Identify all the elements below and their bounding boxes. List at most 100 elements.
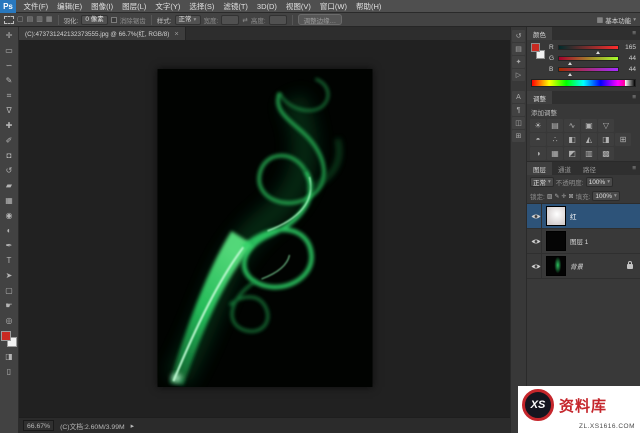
foreground-color-swatch[interactable] (531, 43, 540, 52)
layer-thumbnail[interactable] (546, 256, 566, 276)
subtract-selection-icon[interactable]: ▥ (36, 16, 43, 24)
tab-layers[interactable]: 图层 (527, 162, 552, 175)
menu-view[interactable]: 视图(V) (281, 0, 315, 13)
menu-window[interactable]: 窗口(W) (315, 0, 351, 13)
history-panel-icon[interactable]: ↺ (512, 30, 525, 42)
layer-row-layer1[interactable]: 图层 1 (527, 229, 640, 254)
layer-name[interactable]: 背景 (570, 261, 583, 271)
foreground-color-swatch[interactable] (1, 331, 11, 341)
panel-menu-icon[interactable]: ≡ (632, 27, 640, 40)
height-input[interactable] (269, 15, 287, 25)
zoom-tool[interactable]: ◎ (1, 313, 18, 328)
opacity-select[interactable]: 100% ▾ (586, 177, 613, 187)
vibrance-icon[interactable]: ▽ (598, 119, 614, 132)
lock-pixels-icon[interactable]: ✎ (554, 193, 559, 200)
menu-filter[interactable]: 滤镜(T) (219, 0, 253, 13)
brightness-contrast-icon[interactable]: ☀ (530, 119, 546, 132)
panel-menu-icon[interactable]: ≡ (632, 91, 640, 104)
panel-menu-icon[interactable]: ≡ (632, 162, 640, 175)
pen-tool[interactable]: ✒ (1, 238, 18, 253)
lock-all-icon[interactable]: ⊠ (569, 193, 574, 200)
green-slider[interactable] (558, 56, 619, 61)
canvas-area[interactable] (19, 40, 510, 417)
gradient-tool[interactable]: ▦ (1, 193, 18, 208)
feather-input[interactable]: 0 像素 (81, 15, 107, 25)
screen-mode-button[interactable]: ▯ (1, 364, 18, 379)
document-tab[interactable]: (C):473731242132373555.jpg @ 66.7%(红, RG… (19, 27, 186, 40)
info-panel-icon[interactable]: ✦ (512, 56, 525, 68)
hue-saturation-icon[interactable]: ◓ (530, 133, 546, 146)
selective-color-icon[interactable]: ▩ (598, 147, 614, 160)
workspace-switcher[interactable]: ▦ 基本功能 ▾ (597, 15, 636, 25)
history-brush-tool[interactable]: ↺ (1, 163, 18, 178)
crop-tool[interactable]: ⌗ (1, 88, 18, 103)
lock-transparency-icon[interactable]: ▨ (547, 193, 553, 200)
photo-filter-icon[interactable]: ◭ (581, 133, 597, 146)
threshold-icon[interactable]: ◩ (564, 147, 580, 160)
menu-select[interactable]: 选择(S) (185, 0, 219, 13)
fill-select[interactable]: 100% ▾ (592, 191, 619, 201)
hand-tool[interactable]: ☛ (1, 298, 18, 313)
antialias-checkbox[interactable] (111, 17, 117, 23)
tab-channels[interactable]: 通道 (552, 162, 577, 175)
layer-row-red[interactable]: 红 (527, 204, 640, 229)
layer-name[interactable]: 红 (570, 211, 577, 221)
menu-edit[interactable]: 编辑(E) (53, 0, 87, 13)
clone-source-panel-icon[interactable]: ◫ (512, 117, 525, 129)
red-slider[interactable] (558, 45, 619, 50)
rectangular-marquee-tool[interactable]: ▭ (1, 43, 18, 58)
visibility-eye-icon[interactable] (530, 229, 542, 253)
layer-row-background[interactable]: 背景 (527, 254, 640, 279)
gradient-map-icon[interactable]: ▥ (581, 147, 597, 160)
intersect-selection-icon[interactable]: ▦ (46, 16, 53, 24)
channel-mixer-icon[interactable]: ◨ (598, 133, 614, 146)
type-tool[interactable]: T (1, 253, 18, 268)
menu-3d[interactable]: 3D(D) (252, 0, 281, 13)
invert-icon[interactable]: ◑ (530, 147, 546, 160)
menu-help[interactable]: 帮助(H) (352, 0, 386, 13)
curves-icon[interactable]: ∿ (564, 119, 580, 132)
levels-icon[interactable]: ▤ (547, 119, 563, 132)
color-lookup-icon[interactable]: ⊞ (615, 133, 631, 146)
visibility-eye-icon[interactable] (530, 204, 542, 228)
blue-slider[interactable] (558, 67, 619, 72)
menu-image[interactable]: 图像(I) (87, 0, 118, 13)
lock-position-icon[interactable]: ✛ (562, 193, 567, 200)
swap-dimensions-icon[interactable]: ⇄ (242, 16, 247, 24)
quick-mask-button[interactable]: ◨ (1, 349, 18, 364)
zoom-level-field[interactable]: 66.67% (23, 420, 54, 431)
properties-panel-icon[interactable]: ▤ (512, 43, 525, 55)
color-swatches[interactable] (1, 331, 17, 347)
shape-tool[interactable]: ▢ (1, 283, 18, 298)
black-white-icon[interactable]: ◧ (564, 133, 580, 146)
layer-name[interactable]: 图层 1 (570, 236, 588, 246)
spot-healing-brush-tool[interactable]: ✚ (1, 118, 18, 133)
actions-panel-icon[interactable]: ▷ (512, 69, 525, 81)
tab-paths[interactable]: 路径 (577, 162, 602, 175)
visibility-eye-icon[interactable] (530, 254, 542, 278)
blend-mode-select[interactable]: 正常 ▾ (530, 177, 554, 187)
navigator-panel-icon[interactable]: ⊞ (512, 130, 525, 142)
style-select[interactable]: 正常 ▾ (175, 15, 201, 25)
character-panel-icon[interactable]: A (512, 91, 525, 103)
slider-thumb[interactable] (568, 62, 572, 65)
new-selection-icon[interactable]: ▢ (17, 16, 24, 24)
status-arrow-icon[interactable]: ▸ (131, 422, 134, 430)
color-spectrum-ramp[interactable] (531, 79, 636, 87)
path-selection-tool[interactable]: ➤ (1, 268, 18, 283)
dodge-tool[interactable]: ◐ (1, 223, 18, 238)
color-balance-icon[interactable]: ∴ (547, 133, 563, 146)
eraser-tool[interactable]: ▰ (1, 178, 18, 193)
red-value[interactable]: 165 (622, 44, 636, 51)
slider-thumb[interactable] (596, 51, 600, 54)
quick-selection-tool[interactable]: ✎ (1, 73, 18, 88)
exposure-icon[interactable]: ▣ (581, 119, 597, 132)
lasso-tool[interactable]: ∽ (1, 58, 18, 73)
close-tab-icon[interactable]: × (174, 29, 178, 38)
refine-edge-button[interactable]: 调整边缘… (298, 14, 343, 25)
add-selection-icon[interactable]: ▤ (27, 16, 34, 24)
blur-tool[interactable]: ◉ (1, 208, 18, 223)
tab-adjustments[interactable]: 调整 (527, 91, 552, 104)
green-value[interactable]: 44 (622, 55, 636, 62)
paragraph-panel-icon[interactable]: ¶ (512, 104, 525, 116)
